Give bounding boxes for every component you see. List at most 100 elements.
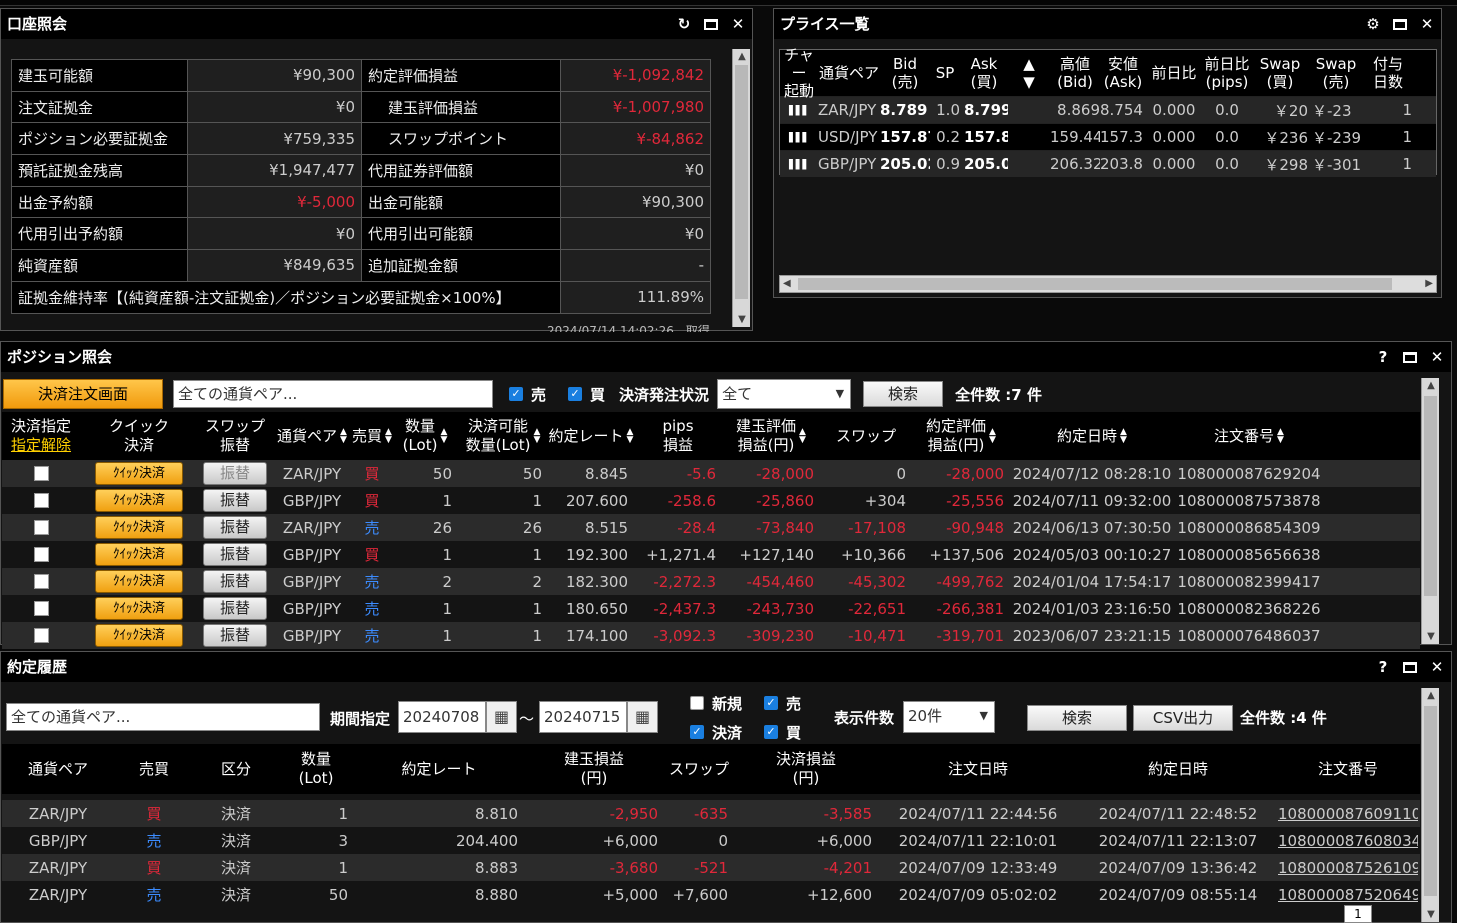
history-row[interactable]: ZAR/JPY 買 決済 1 8.883 -3,680 -521 -4,201 2024/07/… [2, 854, 1420, 881]
sort-icon[interactable]: ▲ ▼ [989, 428, 996, 445]
history-column-header[interactable]: 建玉損益 (円) [524, 750, 664, 788]
search-button[interactable]: 検索 [1027, 705, 1127, 731]
price-column-header[interactable]: 安値 (Ask) [1100, 55, 1146, 91]
sort-icon[interactable]: ▲ ▼ [1120, 428, 1127, 445]
quick-close-button[interactable]: ｸｲｯｸ決済 [95, 570, 183, 593]
close-icon[interactable]: ✕ [1429, 349, 1445, 365]
scroll-up-arrow-icon[interactable]: ▲ [1422, 690, 1440, 701]
sort-icon[interactable]: ▲ ▼ [627, 428, 634, 445]
price-column-header[interactable]: チャー 起動 [780, 46, 818, 100]
history-row[interactable]: GBP/JPY 売 決済 3 204.400 +6,000 0 +6,000 2024/07/1… [2, 827, 1420, 854]
close-icon[interactable]: ✕ [730, 16, 746, 32]
quick-close-button[interactable]: ｸｲｯｸ決済 [95, 624, 183, 647]
position-row[interactable]: ｸｲｯｸ決済 振替 ZAR/JPY 買 50 50 8.845 -5.6 -28,000 0 -28… [2, 460, 1420, 487]
scroll-down-arrow-icon[interactable]: ▼ [733, 314, 751, 325]
quick-close-button[interactable]: ｸｲｯｸ決済 [95, 516, 183, 539]
swap-transfer-button[interactable]: 振替 [203, 597, 267, 620]
history-column-header[interactable]: 区分 [194, 760, 278, 779]
scroll-up-arrow-icon[interactable]: ▲ [733, 51, 751, 62]
swap-transfer-button[interactable]: 振替 [203, 462, 267, 485]
position-select-checkbox[interactable] [33, 466, 49, 481]
display-count-select[interactable]: 20件 ▼ [903, 701, 995, 733]
position-select-checkbox[interactable] [33, 520, 49, 535]
position-select-checkbox[interactable] [33, 601, 49, 616]
position-column-header[interactable]: 約定評価 損益(円) ▲ ▼ [912, 417, 1010, 455]
chart-icon[interactable]: ▌▌▌ [780, 159, 818, 170]
order-number-link[interactable]: 108000087526109 [1278, 859, 1418, 877]
history-column-header[interactable]: 約定レート [354, 760, 524, 779]
price-row[interactable]: ▌▌▌GBP/JPY205.020.9205.02206.32203.80.00… [780, 150, 1436, 177]
scroll-down-arrow-icon[interactable]: ▼ [1422, 631, 1440, 642]
pair-filter-input[interactable]: 全ての通貨ペア... [173, 380, 494, 408]
restore-window-icon[interactable] [1393, 18, 1407, 30]
quick-close-button[interactable]: ｸｲｯｸ決済 [95, 543, 183, 566]
price-column-header[interactable]: 通貨ペア [818, 64, 880, 82]
price-column-header[interactable]: SP [930, 64, 960, 82]
history-column-header[interactable]: 決済損益 (円) [734, 750, 878, 788]
position-column-header[interactable]: 約定日時 ▲ ▼ [1010, 427, 1174, 446]
pagination-page[interactable]: 1 [1344, 905, 1372, 923]
close-icon[interactable]: ✕ [1419, 16, 1435, 32]
close-icon[interactable]: ✕ [1429, 659, 1445, 675]
calendar-icon[interactable]: ▦ [486, 701, 517, 733]
sort-icon[interactable]: ▲ ▼ [533, 428, 540, 445]
price-column-header[interactable]: Swap (買) [1252, 55, 1308, 91]
sort-icon[interactable]: ▲ ▼ [799, 428, 806, 445]
history-column-header[interactable]: 約定日時 [1078, 760, 1278, 779]
swap-transfer-button[interactable]: 振替 [203, 624, 267, 647]
history-column-header[interactable]: 注文日時 [878, 760, 1078, 779]
help-icon[interactable]: ? [1375, 659, 1391, 675]
price-column-header[interactable]: Bid (売) [880, 55, 930, 91]
search-button[interactable]: 検索 [863, 381, 944, 407]
pair-filter-input[interactable]: 全ての通貨ペア... [6, 703, 320, 731]
price-column-header[interactable]: Ask (買) [960, 55, 1008, 91]
price-column-header[interactable]: 高値 (Bid) [1050, 55, 1100, 91]
close-checkbox[interactable]: ✓ [690, 725, 704, 739]
sort-icon[interactable]: ▲ ▼ [385, 428, 392, 445]
scroll-thumb[interactable] [1424, 396, 1437, 596]
quick-close-button[interactable]: ｸｲｯｸ決済 [95, 462, 183, 485]
buy-checkbox[interactable]: ✓ [568, 387, 583, 401]
scroll-left-arrow-icon[interactable]: ◀ [783, 276, 791, 292]
position-row[interactable]: ｸｲｯｸ決済 振替 ZAR/JPY 売 26 26 8.515 -28.4 -73,840 -17… [2, 514, 1420, 541]
history-column-header[interactable]: 数量 (Lot) [278, 750, 354, 788]
refresh-icon[interactable]: ↻ [676, 16, 692, 32]
history-row[interactable]: ZAR/JPY 売 決済 50 8.880 +5,000 +7,600 +12,600 2024… [2, 881, 1420, 908]
position-column-header[interactable]: pips 損益 [634, 417, 722, 455]
order-number-link[interactable]: 108000087520649 [1278, 886, 1418, 904]
position-select-checkbox[interactable] [33, 628, 49, 643]
restore-window-icon[interactable] [1403, 661, 1417, 673]
position-row[interactable]: ｸｲｯｸ決済 振替 GBP/JPY 売 1 1 180.650 -2,437.3 -243,73… [2, 595, 1420, 622]
order-number-link[interactable]: 108000087608034 [1278, 832, 1418, 850]
position-column-header[interactable]: スワップ 振替 [198, 417, 272, 455]
restore-window-icon[interactable] [1403, 351, 1417, 363]
quick-close-button[interactable]: ｸｲｯｸ決済 [95, 489, 183, 512]
scroll-right-arrow-icon[interactable]: ▶ [1425, 276, 1433, 292]
position-column-header[interactable]: 数量 (Lot) ▲ ▼ [392, 417, 458, 455]
restore-window-icon[interactable] [704, 18, 718, 30]
price-column-header[interactable]: 前日比 [1146, 64, 1202, 82]
position-column-header[interactable]: 決済指定 指定解除 [2, 417, 80, 455]
position-column-header[interactable]: 約定レート ▲ ▼ [548, 427, 634, 446]
price-column-header[interactable]: 付与 日数 [1364, 55, 1412, 91]
history-column-header[interactable]: 注文番号 [1278, 760, 1418, 779]
scroll-thumb[interactable] [1424, 706, 1437, 896]
position-select-checkbox[interactable] [33, 547, 49, 562]
position-row[interactable]: ｸｲｯｸ決済 振替 GBP/JPY 売 2 2 182.300 -2,272.3 -454,46… [2, 568, 1420, 595]
quick-close-button[interactable]: ｸｲｯｸ決済 [95, 597, 183, 620]
position-select-checkbox[interactable] [33, 574, 49, 589]
swap-transfer-button[interactable]: 振替 [203, 489, 267, 512]
scroll-thumb[interactable] [798, 278, 1392, 290]
swap-transfer-button[interactable]: 振替 [203, 570, 267, 593]
price-row[interactable]: ▌▌▌ ZAR/JPY 8.789 1.0 8.799 8.869 8.754 0.000 0.… [780, 96, 1436, 123]
history-column-header[interactable]: スワップ [664, 760, 734, 779]
sort-icon[interactable]: ▲ ▼ [340, 428, 347, 445]
buy-checkbox[interactable]: ✓ [764, 725, 778, 739]
clear-selection-link[interactable]: 指定解除 [11, 436, 71, 455]
gear-icon[interactable]: ⚙ [1365, 16, 1381, 32]
position-column-header[interactable]: 通貨ペア ▲ ▼ [272, 427, 352, 446]
history-row[interactable]: ZAR/JPY 買 決済 1 8.810 -2,950 -635 -3,585 2024/07/… [2, 800, 1420, 827]
price-column-header[interactable]: Swap (売) [1308, 55, 1364, 91]
order-number-link[interactable]: 108000087609110 [1278, 805, 1418, 823]
price-row[interactable]: ▌▌▌USD/JPY157.870.2157.87159.44157.30.00… [780, 123, 1436, 150]
